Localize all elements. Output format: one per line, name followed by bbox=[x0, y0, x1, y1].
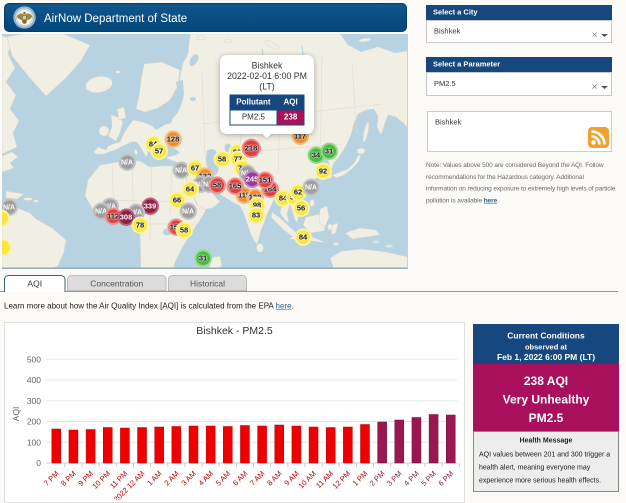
svg-text:10 AM: 10 AM bbox=[297, 469, 318, 490]
svg-text:1 PM: 1 PM bbox=[351, 469, 370, 488]
svg-text:7 AM: 7 AM bbox=[248, 469, 266, 487]
svg-text:2 PM: 2 PM bbox=[368, 469, 387, 488]
svg-text:6 PM: 6 PM bbox=[436, 469, 455, 488]
svg-text:500: 500 bbox=[27, 354, 41, 364]
svg-text:8 AM: 8 AM bbox=[265, 469, 283, 487]
svg-text:3 AM: 3 AM bbox=[179, 469, 197, 487]
svg-text:200: 200 bbox=[27, 417, 41, 427]
svg-text:AQI: AQI bbox=[11, 407, 21, 422]
svg-text:6 AM: 6 AM bbox=[231, 469, 249, 487]
svg-text:0: 0 bbox=[36, 458, 41, 468]
svg-text:100: 100 bbox=[27, 437, 41, 447]
svg-text:300: 300 bbox=[27, 396, 41, 406]
svg-text:2 AM: 2 AM bbox=[162, 469, 180, 487]
svg-text:400: 400 bbox=[27, 375, 41, 385]
svg-text:4 PM: 4 PM bbox=[402, 469, 421, 488]
svg-text:1 AM: 1 AM bbox=[145, 469, 163, 487]
svg-text:11 AM: 11 AM bbox=[314, 469, 335, 490]
svg-text:8 PM: 8 PM bbox=[59, 469, 78, 488]
svg-text:5 AM: 5 AM bbox=[214, 469, 232, 487]
svg-text:3 PM: 3 PM bbox=[385, 469, 404, 488]
svg-text:12 PM: 12 PM bbox=[331, 469, 353, 491]
svg-text:10 PM: 10 PM bbox=[90, 469, 112, 491]
svg-text:5 PM: 5 PM bbox=[419, 469, 438, 488]
svg-text:4 AM: 4 AM bbox=[197, 469, 215, 487]
svg-text:7 PM: 7 PM bbox=[42, 469, 61, 488]
